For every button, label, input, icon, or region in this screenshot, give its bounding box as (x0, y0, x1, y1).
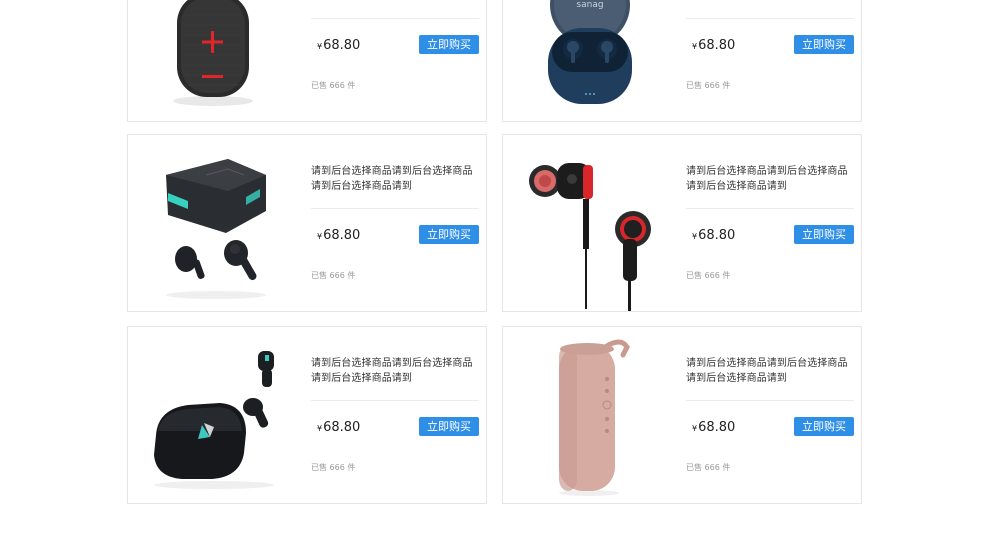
buy-now-button[interactable]: 立即购买 (794, 225, 854, 244)
product-title: 请到后台选择商品请到后台选择商品请到后台选择商品请到 (311, 166, 473, 192)
product-info: 请到后台选择商品请到后台选择商品请到后台选择商品请到 ¥68.80 立即购买 已… (311, 135, 479, 311)
product-grid: ¥68.80 立即购买 已售 666 件 sanag ¥68.80 立即购买 已… (0, 0, 990, 539)
product-image[interactable] (503, 327, 673, 503)
product-price: ¥68.80 (692, 420, 735, 435)
product-card[interactable]: 请到后台选择商品请到后台选择商品请到后台选择商品请到 ¥68.80 立即购买 已… (127, 326, 487, 504)
product-image[interactable] (128, 135, 298, 311)
product-price: ¥68.80 (317, 38, 360, 53)
sold-count: 已售 666 件 (686, 271, 731, 280)
currency-symbol: ¥ (317, 424, 323, 433)
brand-logo-text: sanag (576, 0, 603, 10)
product-info: ¥68.80 立即购买 已售 666 件 (686, 0, 854, 121)
product-image[interactable] (128, 327, 298, 503)
product-info: 请到后台选择商品请到后台选择商品请到后台选择商品请到 ¥68.80 立即购买 已… (311, 327, 479, 503)
product-card[interactable]: 请到后台选择商品请到后台选择商品请到后台选择商品请到 ¥68.80 立即购买 已… (502, 134, 862, 312)
divider (311, 400, 479, 401)
price-value: 68.80 (698, 228, 736, 243)
product-price: ¥68.80 (692, 228, 735, 243)
product-price: ¥68.80 (692, 38, 735, 53)
divider (311, 208, 479, 209)
product-card[interactable]: 请到后台选择商品请到后台选择商品请到后台选择商品请到 ¥68.80 立即购买 已… (127, 134, 487, 312)
product-info: 请到后台选择商品请到后台选择商品请到后台选择商品请到 ¥68.80 立即购买 已… (686, 327, 854, 503)
sold-count: 已售 666 件 (311, 81, 356, 90)
product-title: 请到后台选择商品请到后台选择商品请到后台选择商品请到 (686, 358, 848, 384)
product-price: ¥68.80 (317, 420, 360, 435)
product-info: ¥68.80 立即购买 已售 666 件 (311, 0, 479, 121)
price-value: 68.80 (323, 420, 361, 435)
buy-now-button[interactable]: 立即购买 (419, 35, 479, 54)
price-value: 68.80 (323, 228, 361, 243)
price-value: 68.80 (698, 420, 736, 435)
divider (686, 400, 854, 401)
product-card[interactable]: sanag ¥68.80 立即购买 已售 666 件 (502, 0, 862, 122)
buy-now-button[interactable]: 立即购买 (419, 225, 479, 244)
product-card[interactable]: ¥68.80 立即购买 已售 666 件 (127, 0, 487, 122)
currency-symbol: ¥ (692, 232, 698, 241)
currency-symbol: ¥ (692, 42, 698, 51)
sold-count: 已售 666 件 (311, 271, 356, 280)
sold-count: 已售 666 件 (686, 81, 731, 90)
divider (686, 208, 854, 209)
buy-now-button[interactable]: 立即购买 (419, 417, 479, 436)
divider (686, 18, 854, 19)
sold-count: 已售 666 件 (686, 463, 731, 472)
product-price: ¥68.80 (317, 228, 360, 243)
buy-now-button[interactable]: 立即购买 (794, 35, 854, 54)
product-image[interactable]: sanag (503, 0, 673, 121)
product-image[interactable] (128, 0, 298, 121)
currency-symbol: ¥ (317, 232, 323, 241)
divider (311, 18, 479, 19)
currency-symbol: ¥ (317, 42, 323, 51)
product-card[interactable]: 请到后台选择商品请到后台选择商品请到后台选择商品请到 ¥68.80 立即购买 已… (502, 326, 862, 504)
product-title: 请到后台选择商品请到后台选择商品请到后台选择商品请到 (686, 166, 848, 192)
price-value: 68.80 (323, 38, 361, 53)
currency-symbol: ¥ (692, 424, 698, 433)
buy-now-button[interactable]: 立即购买 (794, 417, 854, 436)
price-value: 68.80 (698, 38, 736, 53)
product-title: 请到后台选择商品请到后台选择商品请到后台选择商品请到 (311, 358, 473, 384)
sold-count: 已售 666 件 (311, 463, 356, 472)
product-info: 请到后台选择商品请到后台选择商品请到后台选择商品请到 ¥68.80 立即购买 已… (686, 135, 854, 311)
product-image[interactable] (503, 135, 673, 311)
